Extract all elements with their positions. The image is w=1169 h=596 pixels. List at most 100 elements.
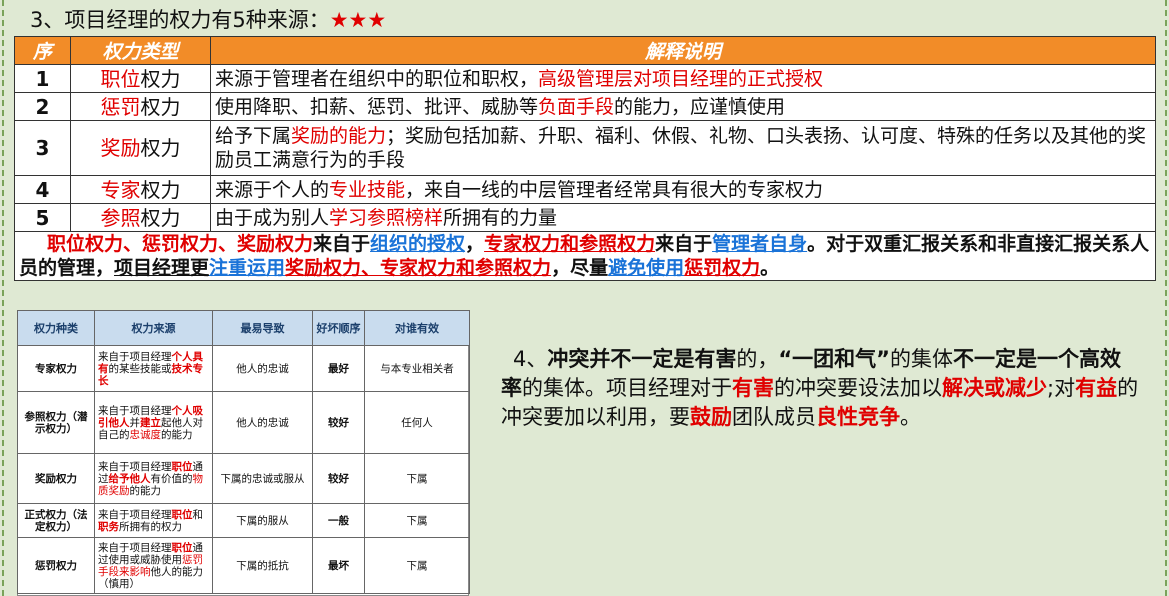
source-cell: 来自于项目经理个人具有的某些技能或技术专长 [94,345,213,392]
header-type: 权力类型 [70,36,211,65]
conflict-part: 的集体 [889,347,953,371]
row-type: 职位权力 [70,64,211,93]
src-part: 忠诚度 [129,428,162,441]
kind-cell: 专家权力 [17,345,95,392]
conflict-part: 的冲突要设法加以 [774,376,942,400]
target-cell: 下属 [364,503,470,538]
src-part: 来自于项目经理 [98,460,172,473]
desc-highlight: 专业技能 [329,178,406,201]
desc-part: 由于成为别人 [215,206,330,229]
type-suffix: 权力 [140,136,181,160]
header-desc: 解释说明 [210,36,1156,65]
result-cell: 他人的忠诚 [212,391,313,454]
source-cell: 来自于项目经理职位通过使用或威胁使用惩罚手段来影响他人的能力（慎用） [94,537,213,594]
target-cell: 下属 [364,537,470,594]
summary-part: 来自于 [313,233,371,255]
src-part: 职务 [98,520,119,533]
summary-part: 管理者自身 [712,233,808,255]
summary-part: 惩罚权力 [684,257,761,279]
conflict-part: 。 [900,405,921,429]
type-keyword: 奖励 [100,136,141,160]
row-type: 专家权力 [70,175,211,204]
src-part: 的能力 [161,428,193,441]
summary-part: ，尽量 [551,257,609,279]
row-desc: 给予下属奖励的能力；奖励包括加薪、升职、福利、休假、礼物、口头表扬、认可度、特殊… [210,120,1156,176]
conflict-part: “一团和气” [778,347,890,371]
table-row: 专家权力 来自于项目经理个人具有的某些技能或技术专长 他人的忠诚 最好 与本专业… [17,345,470,392]
type-suffix: 权力 [140,205,181,230]
src-part: 职位 [171,541,193,554]
section-title: 3、项目经理的权力有5种来源：★★★ [30,4,386,34]
table-row: 5 参照权力 由于成为别人学习参照榜样所拥有的力量 [14,203,1156,232]
kind-cell: 惩罚权力 [17,537,95,594]
src-part: 来自于项目经理 [98,404,172,417]
table-row: 2 惩罚权力 使用降职、扣薪、惩罚、批评、威胁等负面手段的能力，应谨慎使用 [14,92,1156,121]
conflict-part: 的， [736,347,779,371]
desc-part: 给予下属 [215,125,292,147]
left-dashed-border [2,0,4,596]
summary-part: 专家权力和参照权力 [484,233,656,255]
header-num: 序 [14,36,71,65]
summary-part: ， [465,233,485,255]
comparison-header: 权力种类 权力来源 最易导致 好坏顺序 对谁有效 [17,310,470,346]
type-keyword: 惩罚 [100,94,141,119]
desc-part: 的能力，应谨慎使用 [614,95,786,118]
summary-row: 职位权力、惩罚权力、奖励权力来自于组织的授权，专家权力和参照权力来自于管理者自身… [14,231,1156,281]
desc-highlight: 奖励的能力 [291,125,387,147]
desc-highlight: 高级管理层对项目经理的正式授权 [538,67,824,90]
summary-part: 避免使用 [608,257,685,279]
conflict-part: ;对 [1047,376,1076,400]
row-num: 5 [14,203,71,232]
kind-cell: 奖励权力 [17,453,95,504]
table-row: 惩罚权力 来自于项目经理职位通过使用或威胁使用惩罚手段来影响他人的能力（慎用） … [17,537,470,594]
summary-part: 奖励权力、专家权力和参照权力 [285,257,552,279]
desc-part: 来源于管理者在组织中的职位和职权， [215,67,539,90]
src-part: 建立 [140,416,161,429]
header-rank: 好坏顺序 [312,310,365,346]
right-dashed-border [1165,0,1167,596]
src-part: 职位 [171,460,193,473]
type-suffix: 权力 [140,94,181,119]
title-text: 3、项目经理的权力有5种来源： [30,8,330,32]
src-part: 所拥有的权力 [119,520,182,533]
desc-highlight: 学习参照榜样 [329,206,444,229]
result-cell: 下属的服从 [212,503,313,538]
summary-part: 来自于 [655,233,713,255]
conflict-part: 团队成员 [732,405,816,429]
row-desc: 来源于管理者在组织中的职位和职权，高级管理层对项目经理的正式授权 [210,64,1156,93]
power-table-header: 序 权力类型 解释说明 [14,36,1156,65]
src-part: 来自于项目经理 [98,541,172,554]
desc-part: 所拥有的力量 [443,206,558,229]
table-row: 1 职位权力 来源于管理者在组织中的职位和职权，高级管理层对项目经理的正式授权 [14,64,1156,93]
desc-highlight: 负面手段 [538,95,615,118]
conflict-part: 冲突并不一定是有害 [547,347,737,371]
source-cell: 来自于项目经理职位和职务所拥有的权力 [94,503,213,538]
type-suffix: 权力 [140,177,181,202]
header-result: 最易导致 [212,310,313,346]
target-cell: 下属 [364,453,470,504]
src-part: 来自于项目经理 [98,508,172,521]
type-keyword: 参照 [100,205,141,230]
summary-part: 职位权力、惩罚权力、奖励权力 [47,233,314,255]
result-cell: 下属的忠诚或服从 [212,453,313,504]
src-part: 职位 [171,508,193,521]
power-comparison-panel: 权力种类 权力来源 最易导致 好坏顺序 对谁有效 专家权力 来自于项目经理个人具… [17,310,470,596]
conflict-part: 鼓励 [690,405,732,429]
type-keyword: 职位 [100,66,141,91]
summary-part: 注重运用 [209,257,286,279]
header-source: 权力来源 [94,310,213,346]
source-cell: 来自于项目经理个人吸引他人并建立起他人对自己的忠诚度的能力 [94,391,213,454]
src-part: 和 [192,508,204,521]
row-num: 2 [14,92,71,121]
star-rating-icon: ★★★ [329,8,387,32]
src-part: 的能力 [129,484,162,497]
power-comparison-table: 权力种类 权力来源 最易导致 好坏顺序 对谁有效 专家权力 来自于项目经理个人具… [17,310,470,594]
table-row: 4 专家权力 来源于个人的专业技能，来自一线的中层管理者经常具有很大的专家权力 [14,175,1156,204]
kind-cell: 参照权力（潜示权力） [17,391,95,454]
desc-part: 来源于个人的 [215,178,330,201]
conflict-part: 有害 [732,376,774,400]
src-part: 有价值的 [150,472,193,485]
summary-text: 职位权力、惩罚权力、奖励权力来自于组织的授权，专家权力和参照权力来自于管理者自身… [14,231,1156,281]
result-cell: 他人的忠诚 [212,345,313,392]
table-row: 正式权力（法定权力） 来自于项目经理职位和职务所拥有的权力 下属的服从 一般 下… [17,503,470,538]
